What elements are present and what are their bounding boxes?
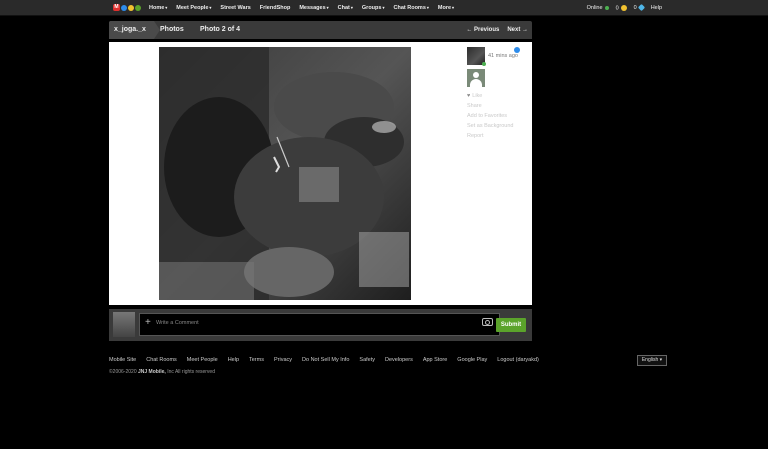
footer-link-safety[interactable]: Safety — [359, 357, 375, 363]
nav-right: Online 0 0 Help — [587, 0, 662, 16]
help-link[interactable]: Help — [651, 5, 662, 11]
chevron-down-icon: ▾ — [350, 5, 353, 10]
nav-street-wars[interactable]: Street Wars — [220, 5, 250, 11]
logo-circle-green-icon — [135, 4, 141, 11]
photo-stage: 41 mins ago ♥ Like Share Add to Favorites… — [109, 42, 532, 305]
copyright-rights: Inc All rights reserved — [167, 369, 215, 375]
coins-count: 0 — [615, 5, 619, 12]
help-label: Help — [650, 5, 662, 11]
default-avatar-head-icon — [473, 72, 479, 78]
logo-circle-yellow-icon — [128, 4, 134, 11]
photo-header-bar: x_joga._x Photos Photo 2 of 4 ← Previous… — [109, 21, 532, 39]
heart-icon: ♥ — [467, 93, 471, 99]
nav-meet-people-label: Meet People — [176, 5, 209, 11]
photo-pager: ← Previous Next → — [466, 21, 528, 39]
liker-avatar[interactable] — [467, 69, 485, 87]
copyright: ©2006-2020 JNJ Mobile, Inc All rights re… — [109, 369, 215, 375]
footer-link-meet-people[interactable]: Meet People — [187, 357, 218, 363]
copyright-years: ©2006-2020 — [109, 369, 137, 375]
nav-street-wars-label: Street Wars — [220, 5, 251, 11]
add-to-favorites-button[interactable]: Add to Favorites — [467, 113, 513, 119]
nav-friendshop[interactable]: FriendShop — [260, 5, 291, 11]
footer-link-chat-rooms[interactable]: Chat Rooms — [146, 357, 177, 363]
gem-icon — [637, 4, 645, 12]
footer-link-app-store[interactable]: App Store — [423, 357, 447, 363]
photo-actions: ♥ Like Share Add to Favorites Set as Back… — [467, 93, 513, 139]
report-button[interactable]: Report — [467, 133, 513, 139]
previous-photo-button[interactable]: ← Previous — [466, 27, 499, 33]
posted-time: 41 mins ago — [488, 53, 518, 59]
breadcrumb-photo-count: Photo 2 of 4 — [200, 26, 241, 33]
comment-input[interactable]: + Write a Comment — [139, 313, 500, 336]
nav-chat[interactable]: Chat▾ — [338, 5, 353, 11]
set-as-background-button[interactable]: Set as Background — [467, 123, 513, 129]
nav-meet-people[interactable]: Meet People▾ — [176, 5, 211, 11]
nav-messages-label: Messages — [299, 5, 326, 11]
chevron-down-icon: ▾ — [382, 5, 385, 10]
my-avatar[interactable] — [113, 312, 135, 337]
footer-link-developers[interactable]: Developers — [385, 357, 413, 363]
coins-balance[interactable]: 0 — [615, 4, 627, 12]
online-dot-icon — [604, 5, 609, 10]
default-avatar-body-icon — [470, 79, 482, 87]
nav-friendshop-label: FriendShop — [259, 5, 291, 11]
copyright-company: JNJ Mobile, — [138, 369, 166, 375]
comment-placeholder: Write a Comment — [156, 320, 199, 326]
language-select[interactable]: English ▾ — [637, 355, 667, 366]
nav-home-label: Home — [149, 5, 165, 11]
nav-chat-rooms-label: Chat Rooms — [393, 5, 426, 11]
chevron-down-icon: ▾ — [165, 5, 168, 10]
logo-m-icon: M — [113, 4, 120, 11]
plus-icon[interactable]: + — [145, 317, 151, 328]
chevron-down-icon: ▾ — [209, 5, 212, 10]
like-button[interactable]: ♥ Like — [467, 93, 513, 99]
chevron-down-icon: ▾ — [452, 5, 455, 10]
online-status-label: Online — [586, 5, 603, 11]
chevron-down-icon: ▾ — [326, 5, 329, 10]
footer-link-do-not-sell[interactable]: Do Not Sell My Info — [302, 357, 349, 363]
photo-image — [159, 47, 411, 300]
nav-groups-label: Groups — [361, 5, 382, 11]
chevron-down-icon: ▾ — [426, 5, 429, 10]
owner-online-icon — [482, 62, 486, 66]
online-status[interactable]: Online — [587, 5, 609, 11]
top-nav-bar: M Home▾ Meet People▾ Street Wars FriendS… — [0, 0, 768, 16]
submit-comment-button[interactable]: Submit — [496, 318, 526, 332]
breadcrumb-username[interactable]: x_joga._x — [109, 21, 154, 39]
footer-link-help[interactable]: Help — [228, 357, 239, 363]
nav-home[interactable]: Home▾ — [149, 5, 167, 11]
nav-chat-rooms[interactable]: Chat Rooms▾ — [393, 5, 428, 11]
footer-links: Mobile Site Chat Rooms Meet People Help … — [109, 357, 539, 363]
footer-link-terms[interactable]: Terms — [249, 357, 264, 363]
gems-count: 0 — [633, 5, 637, 11]
footer-link-mobile-site[interactable]: Mobile Site — [109, 357, 136, 363]
logo-circle-blue-icon — [121, 4, 127, 11]
coin-icon — [620, 4, 627, 11]
nav-messages[interactable]: Messages▾ — [299, 5, 328, 11]
camera-icon[interactable] — [482, 318, 493, 326]
breadcrumb-photos[interactable]: Photos — [160, 21, 184, 39]
nav-more-label: More — [437, 5, 452, 11]
footer-link-privacy[interactable]: Privacy — [274, 357, 292, 363]
nav-more[interactable]: More▾ — [438, 5, 454, 11]
gems-balance[interactable]: 0 — [633, 4, 645, 12]
share-button[interactable]: Share — [467, 103, 513, 109]
footer-link-google-play[interactable]: Google Play — [457, 357, 487, 363]
photo-sidebar: 41 mins ago ♥ Like Share Add to Favorites… — [462, 42, 532, 305]
comment-bar: + Write a Comment Submit — [109, 309, 532, 341]
main-nav: Home▾ Meet People▾ Street Wars FriendSho… — [149, 0, 454, 16]
next-photo-button[interactable]: Next → — [507, 27, 528, 33]
footer-link-logout[interactable]: Logout (daryakd) — [497, 357, 539, 363]
user-photo[interactable] — [159, 47, 411, 300]
mocospace-logo[interactable]: M — [113, 3, 141, 12]
like-label: Like — [472, 93, 483, 99]
nav-chat-label: Chat — [337, 5, 350, 11]
nav-groups[interactable]: Groups▾ — [362, 5, 385, 11]
